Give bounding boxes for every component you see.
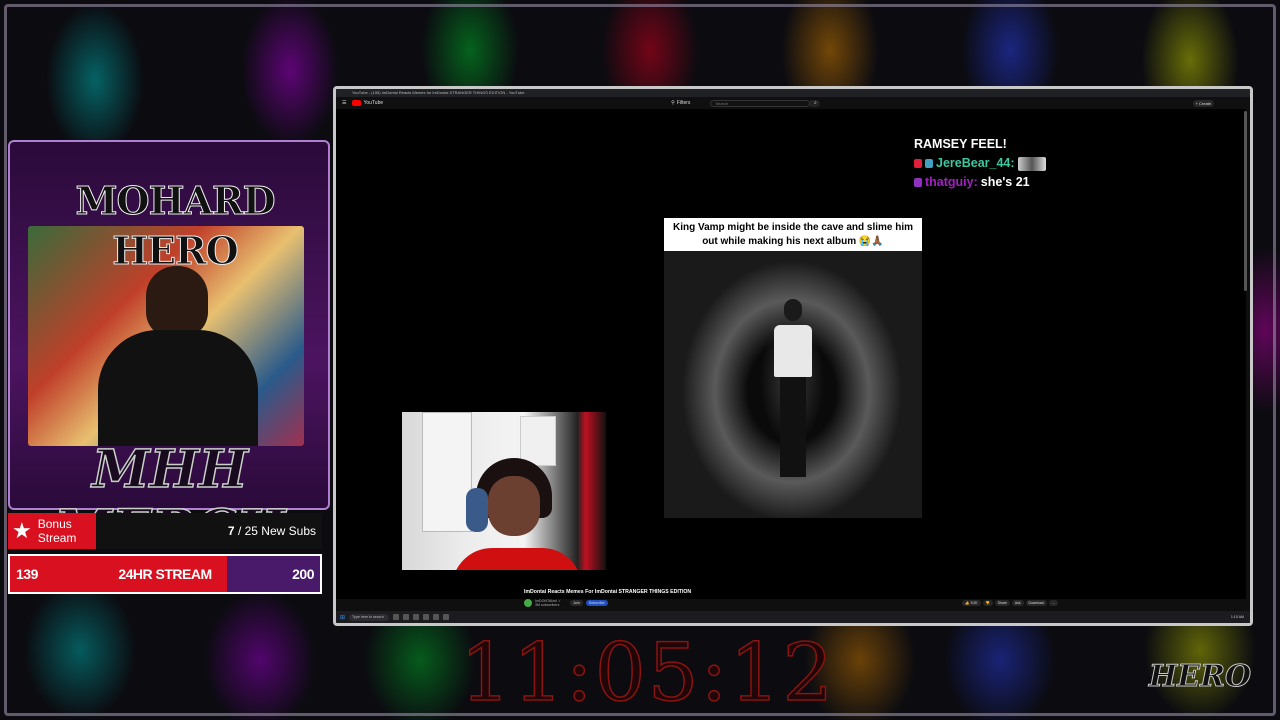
more-button[interactable]: … bbox=[1048, 600, 1058, 606]
merch-banner: MHH MERCH bbox=[54, 439, 286, 561]
badge-icon bbox=[914, 159, 922, 168]
taskbar-app-icon[interactable] bbox=[443, 614, 450, 620]
channel-logo: MOHARD HERO bbox=[75, 178, 276, 274]
stream-goal-min: 139 bbox=[16, 566, 38, 582]
youtube-header: ☰ YouTube ⚲ Filters Search ⌕ + Create bbox=[336, 97, 1250, 109]
create-button[interactable]: + Create bbox=[1192, 99, 1214, 107]
stream-goal-label: 24HR STREAM bbox=[118, 566, 212, 582]
channel-row: ImDONTAIonl ✓ 3M subscribers Join Subscr… bbox=[524, 599, 1244, 607]
corner-logo: HERO bbox=[1148, 659, 1252, 695]
chat-username: thatguiy: bbox=[925, 175, 978, 189]
stream-timer: 11:05:12 bbox=[459, 626, 836, 719]
subscriber-count: 3M subscribers bbox=[535, 603, 560, 607]
search-icon[interactable]: ⌕ bbox=[810, 99, 821, 107]
reactor-person bbox=[452, 458, 582, 570]
bonus-label: Bonus Stream bbox=[37, 517, 77, 545]
badge-icon bbox=[914, 178, 922, 187]
share-button[interactable]: Share bbox=[994, 600, 1010, 606]
filter-button[interactable]: ⚲ Filters bbox=[671, 100, 690, 106]
taskbar-app-icon[interactable] bbox=[403, 614, 410, 620]
bonus-goal-text: / 25 New Subs bbox=[237, 524, 316, 538]
os-taskbar: ⊞ Type here to search 1:15 AM bbox=[336, 611, 1250, 623]
bonus-current: 7 bbox=[227, 524, 235, 538]
youtube-logo[interactable]: YouTube bbox=[352, 100, 383, 106]
chat-emote bbox=[1017, 156, 1046, 171]
chat-message: thatguiy: she's 21 bbox=[914, 173, 1046, 192]
youtube-play-icon bbox=[352, 100, 362, 106]
meme-image: King Vamp might be inside the cave and s… bbox=[664, 218, 922, 518]
video-player[interactable]: RAMSEY FEEL! JereBear_44: thatguiy: she'… bbox=[336, 109, 1246, 599]
chat-username: JereBear_44: bbox=[936, 156, 1015, 170]
reactor-webcam bbox=[402, 412, 606, 570]
bonus-stream-goal: ★ Bonus Stream 7 / 25 New Subs bbox=[8, 513, 322, 549]
channel-meta: ImDONTAIonl ✓ 3M subscribers bbox=[535, 599, 561, 607]
star-icon: ★ bbox=[12, 518, 32, 543]
meme-caption: King Vamp might be inside the cave and s… bbox=[672, 222, 914, 247]
video-title: ImDontai Reacts Memes For ImDontai STRAN… bbox=[524, 589, 692, 595]
channel-avatar[interactable] bbox=[524, 599, 532, 607]
meme-figure bbox=[772, 299, 816, 479]
chat-message: JereBear_44: bbox=[914, 154, 1046, 173]
taskbar-app-icon[interactable] bbox=[423, 614, 430, 620]
gift-icon bbox=[925, 159, 933, 168]
menu-icon[interactable]: ☰ bbox=[342, 100, 346, 106]
search-input[interactable]: Search bbox=[710, 99, 811, 107]
join-button[interactable]: Join bbox=[570, 600, 583, 606]
taskbar-app-icon[interactable] bbox=[433, 614, 440, 620]
chat-text: she's 21 bbox=[980, 175, 1030, 189]
taskbar-app-icon[interactable] bbox=[413, 614, 420, 620]
ask-button[interactable]: Ask bbox=[1011, 600, 1024, 606]
chat-overlay: RAMSEY FEEL! JereBear_44: thatguiy: she'… bbox=[914, 135, 1046, 192]
chat-header: RAMSEY FEEL! bbox=[914, 137, 1007, 151]
taskbar-app-icon[interactable] bbox=[393, 614, 400, 620]
streamer-figure bbox=[88, 266, 268, 446]
meme-photo bbox=[664, 251, 922, 518]
windows-start-icon[interactable]: ⊞ bbox=[340, 614, 345, 621]
taskbar-search[interactable]: Type here to search bbox=[349, 613, 390, 621]
page-scrollbar[interactable] bbox=[1244, 111, 1247, 291]
download-button[interactable]: Download bbox=[1025, 600, 1047, 606]
bonus-progress: 7 / 25 New Subs bbox=[228, 524, 322, 538]
taskbar-clock[interactable]: 1:15 AM bbox=[1231, 615, 1250, 619]
like-button[interactable]: 👍 9.2K bbox=[962, 600, 981, 606]
headphones bbox=[466, 488, 488, 532]
dislike-button[interactable]: 👎 bbox=[982, 600, 993, 606]
stream-goal-bar: 139 24HR STREAM 200 bbox=[8, 554, 322, 594]
video-details: ImDontai Reacts Memes For ImDontai STRAN… bbox=[524, 589, 1244, 607]
filter-icon: ⚲ bbox=[671, 100, 675, 106]
goal-star-box: ★ Bonus Stream bbox=[8, 513, 96, 549]
browser-tab-bar[interactable]: YouTube - (155) ImDontai Reacts Memes fo… bbox=[336, 89, 1250, 97]
video-actions: 👍 9.2K 👎 Share Ask Download … bbox=[962, 600, 1058, 606]
stream-goal-max: 200 bbox=[292, 566, 314, 582]
browser-window: YouTube - (155) ImDontai Reacts Memes fo… bbox=[333, 86, 1253, 626]
subscribe-button[interactable]: Subscribe bbox=[585, 600, 608, 606]
